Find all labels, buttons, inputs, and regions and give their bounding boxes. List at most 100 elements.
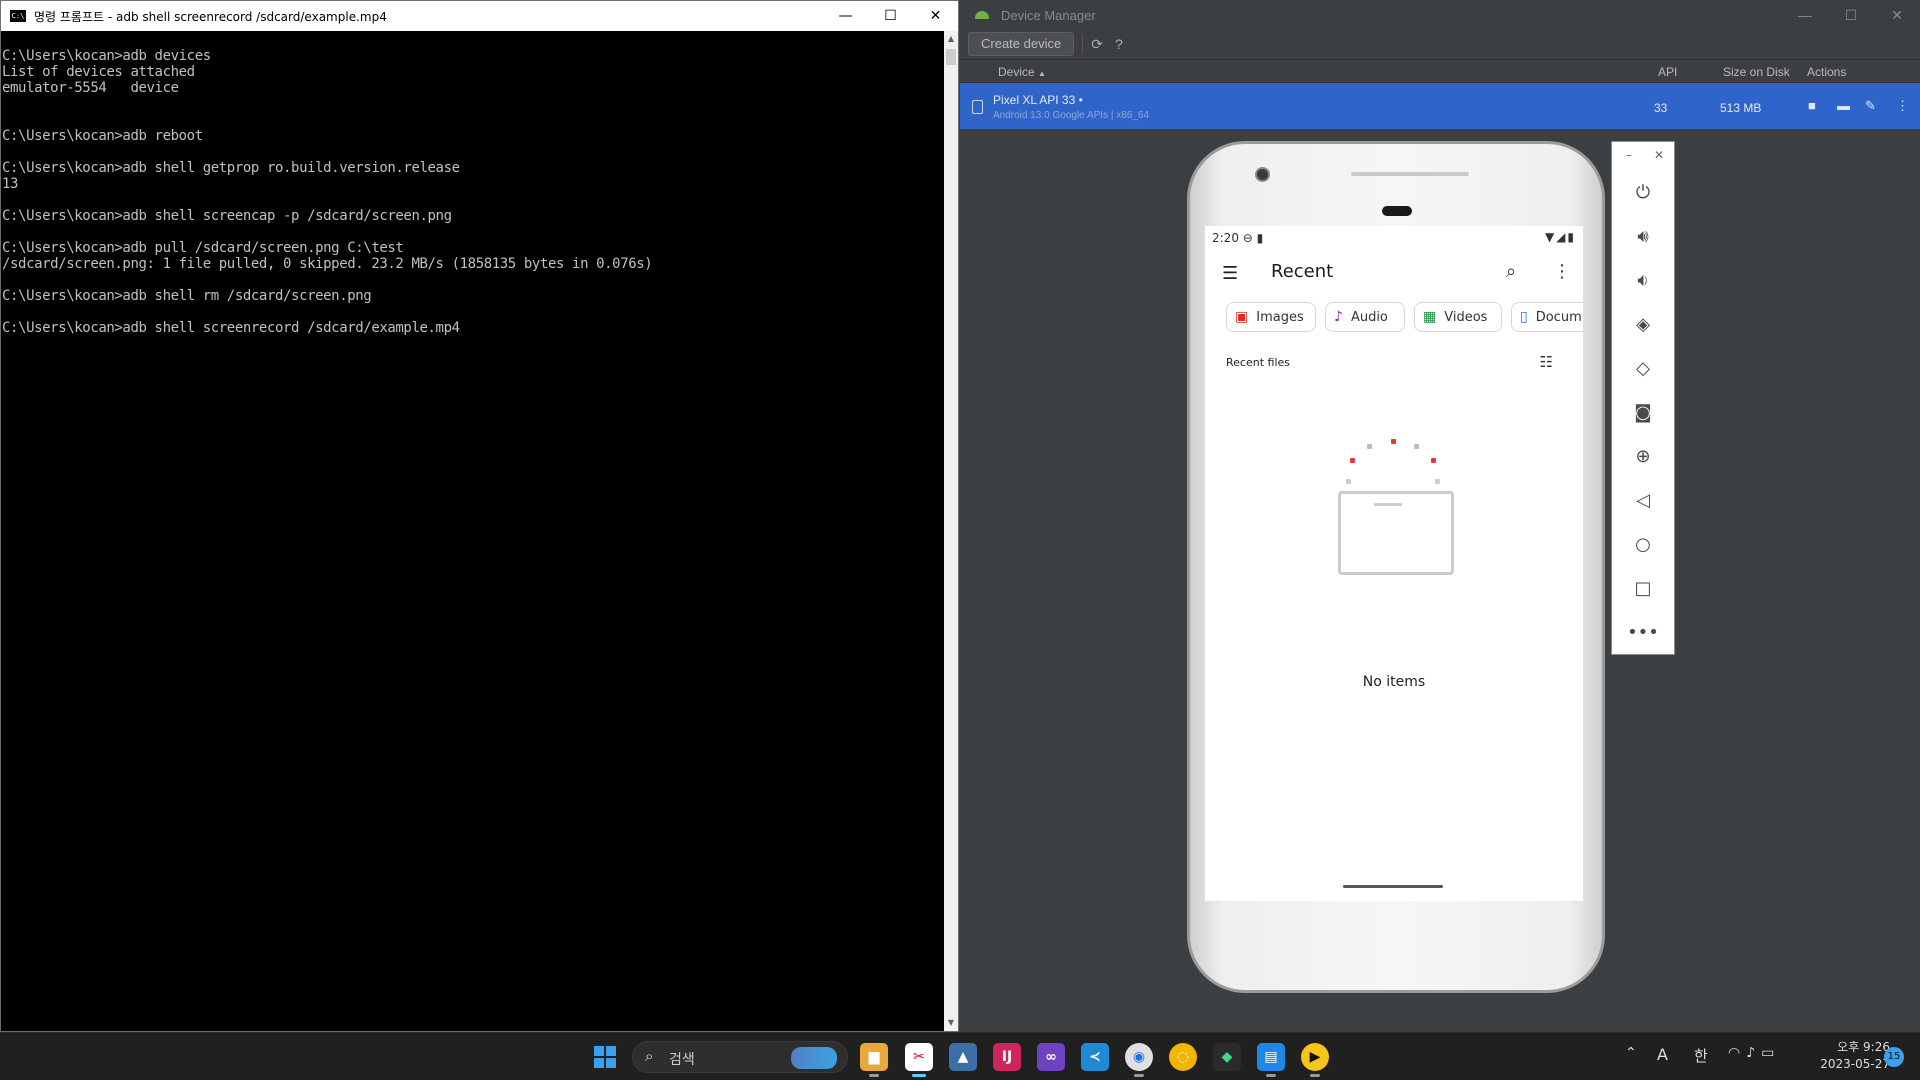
- edit-icon[interactable]: ✎: [1865, 98, 1876, 114]
- illustration-dot: [1435, 479, 1440, 484]
- more-options-icon[interactable]: ⋮: [1553, 261, 1571, 282]
- running-indicator: [869, 1074, 879, 1077]
- file-explorer-icon[interactable]: ▆: [860, 1043, 888, 1077]
- overview-icon[interactable]: □: [1612, 566, 1674, 610]
- files-app-bar: ☰ Recent ⌕ ⋮: [1205, 250, 1583, 296]
- back-icon[interactable]: ◁: [1612, 478, 1674, 522]
- help-icon[interactable]: ?: [1115, 36, 1123, 52]
- sort-ascending-icon: ▲: [1038, 69, 1046, 78]
- console-line: emulator-5554 device: [2, 80, 179, 96]
- refresh-icon[interactable]: ⟳: [1091, 36, 1103, 53]
- rotate-right-icon[interactable]: ◇: [1612, 346, 1674, 390]
- console-line: C:\Users\kocan>adb devices: [2, 48, 211, 64]
- camera-icon[interactable]: ◙: [1612, 390, 1674, 434]
- console-line: C:\Users\kocan>adb shell getprop ro.buil…: [2, 160, 460, 176]
- minimize-button[interactable]: —: [823, 1, 868, 31]
- stop-icon[interactable]: ■: [1808, 98, 1816, 113]
- hamburger-menu-icon[interactable]: ☰: [1222, 263, 1238, 284]
- toolbar-divider: [1082, 34, 1084, 54]
- front-camera: [1255, 167, 1270, 182]
- phone-earpiece: [1382, 206, 1412, 216]
- gesture-nav-bar[interactable]: [1343, 885, 1443, 888]
- chip-documents[interactable]: ▯ Docum: [1511, 302, 1583, 332]
- cmd-titlebar[interactable]: C:\ 명령 프롬프트 - adb shell screenrecord /sd…: [1, 1, 958, 31]
- windows-start-icon[interactable]: [594, 1046, 616, 1068]
- command-prompt-window[interactable]: C:\ 명령 프롬프트 - adb shell screenrecord /sd…: [0, 0, 959, 1032]
- console-line: 13: [2, 176, 19, 192]
- maximize-button[interactable]: ☐: [1828, 0, 1874, 30]
- scroll-up-icon[interactable]: ▲: [944, 31, 958, 47]
- empty-tray-slot: [1374, 503, 1402, 506]
- folder-icon[interactable]: ▬: [1837, 98, 1850, 113]
- device-name-label: Pixel XL API 33: [993, 93, 1076, 107]
- chip-videos[interactable]: ▦ Videos: [1414, 302, 1502, 332]
- device-row[interactable]: Pixel XL API 33 • Android 13.0 Google AP…: [960, 83, 1920, 129]
- status-time-label: 2:20: [1212, 231, 1239, 245]
- illustration-dot: [1350, 458, 1355, 463]
- empty-state-illustration: [1328, 439, 1454, 575]
- device-table-header: Device ▲ API Size on Disk Actions: [960, 59, 1920, 83]
- android-icon: [975, 11, 989, 19]
- column-size-on-disk[interactable]: Size on Disk: [1723, 65, 1790, 79]
- list-view-icon[interactable]: ☷: [1540, 353, 1553, 371]
- cmd-console-output[interactable]: C:\Users\kocan>adb devices List of devic…: [1, 31, 944, 1031]
- search-icon[interactable]: ⌕: [1506, 261, 1516, 282]
- vscode-icon[interactable]: ≺: [1081, 1043, 1109, 1071]
- close-icon[interactable]: ✕: [1654, 148, 1664, 162]
- power-icon[interactable]: ⏻: [1612, 170, 1674, 214]
- store-app-icon[interactable]: ▤: [1257, 1043, 1285, 1077]
- scroll-down-icon[interactable]: ▼: [944, 1015, 958, 1031]
- scrollbar-thumb[interactable]: [946, 49, 956, 65]
- photos-icon[interactable]: ▲: [949, 1043, 977, 1071]
- close-button[interactable]: ✕: [913, 1, 958, 31]
- taskbar-clock[interactable]: 오후 9:26 2023-05-27: [1808, 1039, 1890, 1073]
- maximize-button[interactable]: ☐: [868, 1, 913, 31]
- tray-overflow-icon[interactable]: ⌃: [1625, 1045, 1637, 1061]
- notification-badge[interactable]: 15: [1884, 1047, 1904, 1067]
- volume-down-icon[interactable]: 🔉︎: [1612, 258, 1674, 302]
- running-indicator: [1310, 1074, 1320, 1077]
- chrome-icon[interactable]: ◉: [1125, 1043, 1153, 1077]
- more-options-icon[interactable]: ⋮: [1896, 98, 1909, 114]
- jetbrains-icon[interactable]: IJ: [993, 1043, 1021, 1071]
- tray-status-icons[interactable]: ◠♪▭: [1728, 1045, 1780, 1061]
- minimize-icon[interactable]: –: [1626, 148, 1632, 162]
- chip-audio[interactable]: ♪ Audio: [1325, 302, 1405, 332]
- volume-up-icon[interactable]: 🔊︎: [1612, 214, 1674, 258]
- minimize-button[interactable]: —: [1782, 0, 1828, 30]
- close-button[interactable]: ✕: [1874, 0, 1920, 30]
- device-manager-title: Device Manager: [1001, 7, 1096, 23]
- device-phone-icon: [972, 100, 983, 114]
- home-icon[interactable]: ○: [1612, 522, 1674, 566]
- zoom-icon[interactable]: ⊕: [1612, 434, 1674, 478]
- ime-mode-icon[interactable]: A: [1657, 1045, 1668, 1064]
- android-studio-icon[interactable]: ◆: [1213, 1043, 1241, 1071]
- rotate-left-icon[interactable]: ◈: [1612, 302, 1674, 346]
- console-line: C:\Users\kocan>adb reboot: [2, 128, 203, 144]
- visual-studio-icon[interactable]: ∞: [1037, 1043, 1065, 1071]
- column-device-label: Device: [998, 65, 1035, 79]
- kakaotalk-icon[interactable]: ▶: [1301, 1043, 1329, 1077]
- chip-audio-label: Audio: [1350, 309, 1388, 325]
- console-line: C:\Users\kocan>adb pull /sdcard/screen.p…: [2, 240, 404, 256]
- snipping-tool-icon[interactable]: ✂: [905, 1043, 933, 1077]
- emulator-screen[interactable]: 2:20 ⊖ ▮ ▼◢▮ ☰ Recent ⌕ ⋮ ▣ Images ♪ Audio…: [1205, 226, 1583, 901]
- ime-language-icon[interactable]: 한: [1694, 1045, 1708, 1066]
- illustration-dot: [1367, 444, 1372, 449]
- device-manager-titlebar[interactable]: Device Manager — ☐ ✕: [960, 0, 1920, 30]
- column-actions: Actions: [1807, 65, 1847, 79]
- more-icon[interactable]: •••: [1612, 610, 1674, 654]
- column-api[interactable]: API: [1658, 65, 1677, 79]
- chrome-canary-icon[interactable]: ◌: [1169, 1043, 1197, 1071]
- app-title: Recent: [1271, 261, 1334, 282]
- status-icons: ▼◢▮: [1544, 230, 1576, 244]
- taskbar-search[interactable]: ⌕ 검색: [632, 1041, 848, 1073]
- column-device[interactable]: Device ▲: [998, 65, 1046, 79]
- chip-images[interactable]: ▣ Images: [1226, 302, 1316, 332]
- illustration-dot: [1431, 458, 1436, 463]
- chip-videos-label: Videos: [1444, 309, 1488, 325]
- android-status-bar: 2:20 ⊖ ▮ ▼◢▮: [1205, 226, 1583, 250]
- cmd-scrollbar[interactable]: ▲ ▼: [944, 31, 958, 1031]
- create-device-button[interactable]: Create device: [968, 32, 1075, 56]
- no-items-label: No items: [1362, 674, 1426, 690]
